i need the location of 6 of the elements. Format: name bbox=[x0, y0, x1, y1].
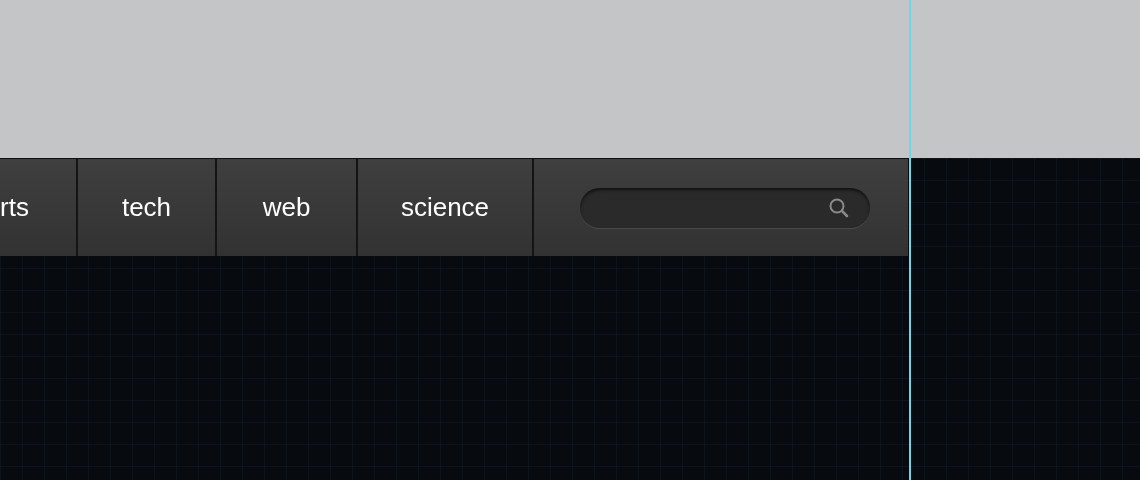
search-field[interactable] bbox=[580, 187, 870, 228]
nav-tab[interactable]: web bbox=[217, 159, 358, 256]
nav-tab[interactable]: rts bbox=[0, 159, 78, 256]
nav-tab[interactable]: science bbox=[358, 159, 534, 256]
search-icon bbox=[828, 196, 850, 219]
nav-tab[interactable]: tech bbox=[78, 159, 217, 256]
